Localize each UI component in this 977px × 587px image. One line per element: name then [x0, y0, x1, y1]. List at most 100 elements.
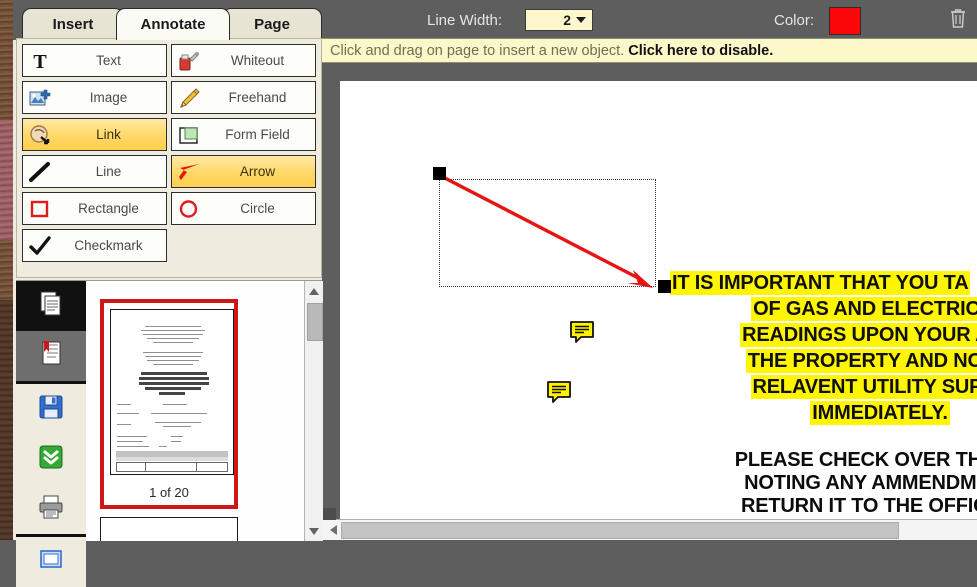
pdf-editor-window: Insert Annotate Page T Text Whiteout Ima…	[0, 0, 977, 587]
tool-freehand-button[interactable]: Freehand	[171, 81, 316, 114]
horizontal-scrollbar-thumb[interactable]	[341, 522, 899, 539]
highlighted-paragraph: IT IS IMPORTANT THAT YOU TA OF GAS AND E…	[670, 271, 977, 427]
tab-bar: Insert Annotate Page	[8, 0, 322, 40]
scroll-left-arrow[interactable]	[323, 521, 339, 538]
tool-whiteout-button[interactable]: Whiteout	[171, 44, 316, 77]
thumbnail-page-preview	[110, 309, 234, 475]
thumbnail-list[interactable]: 1 of 20	[86, 281, 304, 541]
save-icon	[37, 393, 65, 426]
document-page[interactable]: IT IS IMPORTANT THAT YOU TA OF GAS AND E…	[340, 81, 977, 520]
tool-image-button[interactable]: Image	[22, 81, 167, 114]
document-horizontal-scrollbar[interactable]	[322, 519, 977, 540]
sidebar-item-pages[interactable]	[16, 281, 86, 331]
annotation-toolbar: Line Width: 2 Color:	[322, 0, 977, 38]
highlight-line-1: IT IS IMPORTANT THAT YOU TA	[670, 271, 971, 295]
arrow-icon	[172, 156, 206, 187]
tool-link-button[interactable]: Link	[22, 118, 167, 151]
scrollbar-thumb[interactable]	[307, 303, 323, 341]
image-icon	[23, 82, 57, 113]
tool-freehand-label: Freehand	[228, 90, 287, 105]
scroll-down-arrow[interactable]	[305, 522, 323, 540]
comment-icon	[570, 321, 594, 343]
checkmark-icon	[23, 230, 57, 261]
tool-checkmark-label: Checkmark	[74, 238, 143, 253]
tool-text-label: Text	[96, 53, 121, 68]
pages-icon	[36, 289, 66, 324]
layers-icon	[37, 547, 65, 578]
document-viewport[interactable]: IT IS IMPORTANT THAT YOU TA OF GAS AND E…	[322, 63, 977, 520]
sidebar-item-bookmarks[interactable]	[16, 331, 86, 381]
whiteout-icon	[172, 45, 206, 76]
plain-line-1: PLEASE CHECK OVER THIS IN	[734, 449, 977, 471]
trash-icon	[948, 7, 968, 34]
sidebar-item-print[interactable]	[16, 484, 86, 534]
text-icon: T	[23, 45, 57, 76]
delete-annotation-button[interactable]	[945, 6, 971, 34]
arrow-annotation[interactable]	[430, 166, 680, 301]
plain-paragraph: PLEASE CHECK OVER THIS IN NOTING ANY AMM…	[670, 449, 977, 520]
tool-circle-button[interactable]: Circle	[171, 192, 316, 225]
left-panel: Insert Annotate Page T Text Whiteout Ima…	[8, 0, 323, 587]
tool-form-field-button[interactable]: Form Field	[171, 118, 316, 151]
highlight-line-4: THE PROPERTY AND NOTIF	[745, 349, 977, 373]
tab-page[interactable]: Page	[222, 8, 322, 40]
thumbnail-page-label: 1 of 20	[149, 485, 189, 500]
chevron-down-icon	[576, 17, 586, 23]
arrow-handle-end[interactable]	[658, 280, 671, 293]
sidebar-item-save[interactable]	[16, 384, 86, 434]
plain-line-3: RETURN IT TO THE OFFICE V	[741, 495, 977, 518]
comment-icon	[547, 381, 571, 403]
plain-line-2: NOTING ANY AMMENDMENT	[744, 472, 977, 495]
tool-arrow-button[interactable]: Arrow	[171, 155, 316, 188]
highlight-line-3: READINGS UPON YOUR ARR	[740, 323, 977, 347]
highlight-line-5: RELAVENT UTILITY SUPPL	[750, 375, 977, 399]
thumbnail-page-1[interactable]: 1 of 20	[100, 299, 238, 509]
sidebar-item-layers[interactable]	[16, 537, 86, 587]
thumbnail-scrollbar[interactable]	[304, 281, 323, 541]
thumbnail-panel: 1 of 20	[16, 280, 323, 587]
scroll-up-arrow[interactable]	[305, 282, 323, 300]
tool-form-field-label: Form Field	[225, 127, 290, 142]
tool-circle-label: Circle	[240, 201, 275, 216]
link-icon	[23, 119, 57, 150]
sidebar-item-download[interactable]	[16, 434, 86, 484]
tab-annotate[interactable]: Annotate	[116, 8, 230, 40]
tool-rectangle-button[interactable]: Rectangle	[22, 192, 167, 225]
line-width-select[interactable]: 2	[525, 9, 593, 31]
viewport-corner	[322, 508, 336, 520]
desktop-background-strip	[0, 0, 13, 540]
tool-link-label: Link	[96, 127, 121, 142]
line-width-label: Line Width:	[427, 12, 503, 29]
pencil-icon	[172, 82, 206, 113]
comment-annotation-1[interactable]	[569, 320, 595, 344]
tab-annotate-label: Annotate	[140, 16, 206, 33]
tool-checkmark-button[interactable]: Checkmark	[22, 229, 167, 262]
tab-page-label: Page	[254, 16, 290, 33]
sidebar-icon-rail	[16, 281, 87, 587]
tool-image-label: Image	[89, 90, 128, 105]
bookmark-icon	[37, 339, 65, 374]
color-swatch[interactable]	[829, 7, 861, 35]
color-label: Color:	[774, 12, 815, 29]
tab-insert-label: Insert	[52, 16, 94, 33]
tab-insert[interactable]: Insert	[22, 8, 124, 40]
download-icon	[37, 443, 65, 476]
tool-arrow-label: Arrow	[239, 164, 276, 179]
comment-annotation-2[interactable]	[546, 380, 572, 404]
tool-whiteout-label: Whiteout	[230, 53, 285, 68]
notice-text: Click and drag on page to insert a new o…	[330, 42, 625, 59]
line-width-value: 2	[563, 12, 571, 28]
tool-rectangle-label: Rectangle	[78, 201, 139, 216]
notice-disable-link[interactable]: Click here to disable.	[628, 43, 773, 59]
tool-line-label: Line	[95, 164, 122, 179]
arrow-handle-start[interactable]	[433, 167, 446, 180]
form-field-icon	[172, 119, 206, 150]
insert-object-notice[interactable]: Click and drag on page to insert a new o…	[322, 38, 977, 63]
thumbnail-page-2[interactable]	[100, 517, 238, 541]
tool-text-button[interactable]: T Text	[22, 44, 167, 77]
annotate-tool-panel: T Text Whiteout Image Freehand Link Form…	[16, 38, 322, 278]
svg-text:T: T	[33, 51, 47, 72]
highlight-line-6: IMMEDIATELY.	[810, 401, 950, 425]
rectangle-icon	[23, 193, 57, 224]
tool-line-button[interactable]: Line	[22, 155, 167, 188]
